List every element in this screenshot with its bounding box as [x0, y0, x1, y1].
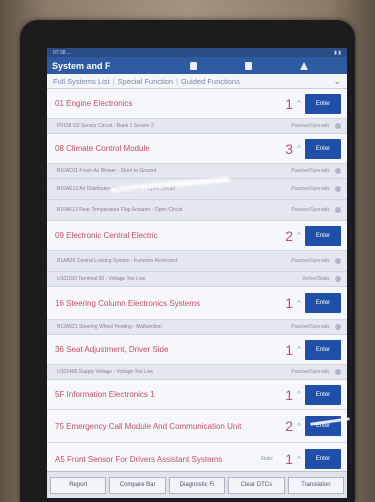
info-icon[interactable]	[335, 324, 341, 330]
chevron-up-icon[interactable]: ^	[293, 231, 305, 240]
system-name: 36 Seat Adjustment, Driver Side	[55, 345, 169, 354]
dtc-row[interactable]: U101100 Terminal 30 - Voltage Too Low Act…	[47, 272, 347, 287]
system-row[interactable]: 09 Electronic Central Electric 2 ^ Enter	[47, 221, 347, 251]
tab-full-systems-list[interactable]: Full Systems List	[53, 77, 110, 86]
dtc-description: B10AF13 Rear Temperature Flap Actuator -…	[57, 207, 183, 213]
dtc-description: B1AB26 Central Locking System - Function…	[57, 258, 178, 264]
fault-count: 1	[285, 386, 293, 403]
system-name: 5F Information Electronics 1	[55, 390, 155, 399]
dtc-row[interactable]: B13A521 Steering Wheel Heating - Malfunc…	[47, 320, 347, 335]
chevron-up-icon[interactable]: ^	[293, 99, 305, 108]
tab-separator: |	[176, 76, 179, 86]
tab-separator: |	[112, 76, 115, 86]
chevron-up-icon[interactable]: ^	[293, 422, 305, 431]
dtc-description: B13A521 Steering Wheel Heating - Malfunc…	[57, 324, 162, 330]
dtc-description: U101100 Terminal 30 - Voltage Too Low	[57, 276, 146, 282]
fault-count: 1	[285, 295, 293, 311]
info-icon[interactable]	[335, 168, 341, 174]
system-name: 08 Climate Control Module	[55, 144, 150, 153]
dtc-description: P0158 O2 Sensor Circuit - Bank 1 Sensor …	[57, 123, 154, 129]
systems-list: 01 Engine Electronics 1 ^ Enter P0158 O2 Sen…	[47, 89, 347, 476]
system-row[interactable]: 01 Engine Electronics 1 ^ Enter	[47, 89, 347, 119]
dtc-status: Passive/Sporadic	[291, 123, 330, 129]
fault-count: 3	[285, 140, 293, 157]
fault-count: 1	[285, 341, 293, 358]
dtc-description: U101400 Supply Voltage - Voltage Too Low	[57, 369, 154, 375]
enter-button[interactable]: Enter	[305, 138, 341, 159]
info-icon[interactable]	[335, 186, 341, 192]
document-icon[interactable]	[190, 61, 197, 70]
app-header: System and F	[47, 57, 347, 74]
chevron-up-icon[interactable]: ^	[293, 390, 305, 399]
tab-special-function[interactable]: Special Function	[118, 77, 173, 86]
report-button[interactable]: Report	[50, 476, 107, 494]
chevron-down-icon[interactable]: ⌄	[333, 76, 341, 87]
tab-guided-functions[interactable]: Guided Functions	[181, 77, 240, 86]
dtc-status: Passive/Sporadic	[291, 168, 330, 174]
tab-bar: Full Systems List | Special Function | G…	[47, 74, 347, 89]
enter-button[interactable]: Enter	[305, 339, 341, 360]
chevron-up-icon[interactable]: ^	[293, 299, 305, 308]
dtc-row[interactable]: B1AB26 Central Locking System - Function…	[47, 251, 347, 272]
system-row[interactable]: 75 Emergency Call Module And Communicati…	[47, 410, 347, 443]
info-icon[interactable]	[335, 207, 341, 213]
system-name: A5 Front Sensor For Drivers Assistant Sy…	[55, 454, 223, 464]
clipboard-icon[interactable]	[245, 61, 252, 70]
status-icons: ▮ ▮	[334, 49, 341, 56]
dtc-row[interactable]: B10AD11 Fresh Air Blower - Short to Grou…	[47, 164, 347, 179]
app-screen: 07:38 ... ▮ ▮ System and F Full Systems …	[47, 48, 347, 498]
enter-button[interactable]: Enter	[305, 384, 341, 405]
system-row[interactable]: 08 Climate Control Module 3 ^ Enter	[47, 134, 347, 164]
info-icon[interactable]	[335, 258, 341, 264]
dtc-status: Passive/Sporadic	[291, 186, 330, 192]
enter-button[interactable]: Enter	[305, 293, 341, 313]
system-name: 75 Emergency Call Module And Communicati…	[55, 421, 242, 431]
dtc-status: Passive/Sporadic	[291, 324, 330, 330]
info-icon[interactable]	[335, 276, 341, 282]
enter-button[interactable]: Enter	[305, 449, 341, 469]
fault-count: 1	[285, 95, 293, 112]
fault-count: 2	[285, 418, 293, 434]
compare-bar-button[interactable]: Compare Bar	[109, 476, 166, 494]
system-name: 01 Engine Electronics	[55, 99, 133, 108]
system-extra-label: Static	[260, 456, 273, 462]
status-time: 07:38 ...	[53, 49, 72, 56]
fault-count: 2	[285, 227, 293, 244]
diagnostic-button[interactable]: Diagnostic Fi	[168, 476, 226, 494]
system-row[interactable]: 16 Steering Column Electronics Systems 1 ^…	[47, 287, 347, 320]
system-row[interactable]: 36 Seat Adjustment, Driver Side 1 ^ Enter	[47, 335, 347, 365]
chevron-up-icon[interactable]: ^	[293, 345, 305, 354]
page-title: System and F	[52, 60, 111, 71]
dtc-status: Passive/Sporadic	[291, 369, 330, 375]
chevron-up-icon[interactable]: ^	[293, 455, 305, 464]
info-icon[interactable]	[335, 369, 341, 375]
dtc-status: Passive/Sporadic	[291, 207, 330, 213]
dtc-row[interactable]: B10AF13 Rear Temperature Flap Actuator -…	[47, 200, 347, 221]
dtc-row[interactable]: U101400 Supply Voltage - Voltage Too Low…	[47, 365, 347, 380]
bottom-toolbar: Report Compare Bar Diagnostic Fi Clear D…	[47, 471, 347, 498]
dtc-description: B10AE13 Air Distribution Flap Actuator -…	[57, 186, 175, 192]
dtc-row[interactable]: P0158 O2 Sensor Circuit - Bank 1 Sensor …	[47, 119, 347, 134]
system-name: 16 Steering Column Electronics Systems	[55, 298, 200, 308]
person-icon[interactable]	[300, 61, 308, 70]
dtc-status: Active/Static	[302, 276, 330, 282]
dtc-status: Passive/Sporadic	[291, 258, 330, 264]
dtc-description: B10AD11 Fresh Air Blower - Short to Grou…	[57, 168, 157, 174]
enter-button[interactable]: Enter	[305, 225, 341, 246]
chevron-up-icon[interactable]: ^	[293, 144, 305, 153]
enter-button[interactable]: Enter	[305, 93, 341, 114]
info-icon[interactable]	[335, 123, 341, 129]
clear-dtcs-button[interactable]: Clear DTCs	[228, 476, 285, 494]
fault-count: 1	[285, 451, 293, 467]
system-name: 09 Electronic Central Electric	[55, 231, 158, 240]
status-bar: 07:38 ... ▮ ▮	[47, 48, 347, 57]
translation-button[interactable]: Translation	[287, 476, 345, 494]
system-row[interactable]: 5F Information Electronics 1 1 ^ Enter	[47, 380, 347, 410]
